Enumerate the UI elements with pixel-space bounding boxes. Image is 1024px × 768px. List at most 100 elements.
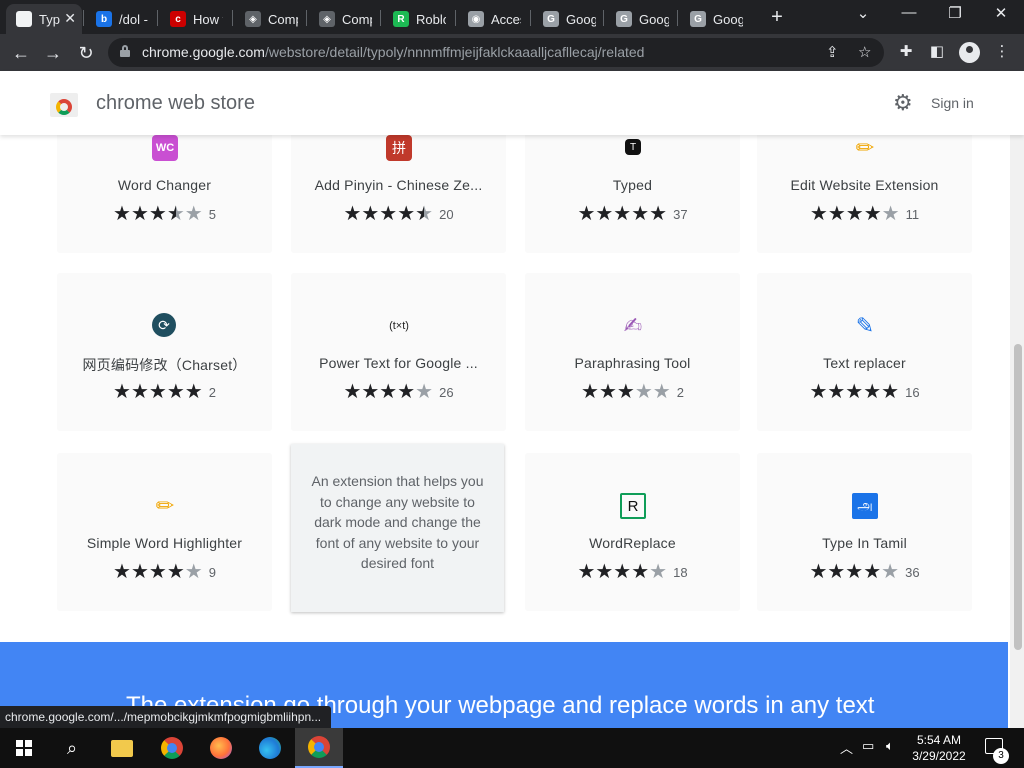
star-rating: ★★★★★ 18 xyxy=(525,562,740,582)
chrome-web-store-logo[interactable] xyxy=(50,89,78,117)
edge-icon[interactable] xyxy=(246,728,294,768)
store-header: chrome web store ⚙ Sign in xyxy=(0,71,1024,135)
file-explorer-icon[interactable] xyxy=(98,728,146,768)
browser-tab[interactable]: ◈ Comp xyxy=(235,4,307,34)
extension-hover-card[interactable]: An extension that helps you to change an… xyxy=(291,444,504,612)
network-icon[interactable]: ▭ xyxy=(862,738,874,754)
forward-arrow-icon[interactable]: → xyxy=(40,40,66,66)
tab-separator xyxy=(603,10,604,26)
volume-icon[interactable]: 🔈︎ xyxy=(886,738,894,754)
cnet-icon: c xyxy=(170,11,186,27)
minimize-icon[interactable]: — xyxy=(894,4,924,21)
extension-card[interactable]: ✍ Paraphrasing Tool ★★★★★ 2 xyxy=(525,273,740,431)
tab-separator xyxy=(380,10,381,26)
stars-icon: ★★★★★ xyxy=(343,203,434,225)
extension-name: 网页编码修改（Charset） xyxy=(82,357,247,373)
star-rating: ★★★★★ 9 xyxy=(57,562,272,582)
sign-in-link[interactable]: Sign in xyxy=(931,95,974,111)
extension-name: Text replacer xyxy=(823,355,906,371)
notification-count-badge: 3 xyxy=(993,748,1009,764)
browser-tab[interactable]: G Googl xyxy=(606,4,678,34)
tab-label: Googl xyxy=(713,11,743,27)
extension-card[interactable]: அ Type In Tamil ★★★★★ 36 xyxy=(757,453,972,611)
side-panel-icon[interactable]: ◧ xyxy=(926,42,948,60)
tab-label: Comp xyxy=(268,11,298,27)
extension-card[interactable]: ✏ Simple Word Highlighter ★★★★★ 9 xyxy=(57,453,272,611)
extension-card[interactable]: ✏ Edit Website Extension ★★★★★ 11 xyxy=(757,135,972,253)
close-tab-icon[interactable]: ✕ xyxy=(64,10,76,27)
extension-name: Word Changer xyxy=(117,177,212,193)
bookmark-star-icon[interactable]: ☆ xyxy=(858,43,871,61)
rating-count: 2 xyxy=(676,384,684,400)
settings-gear-icon[interactable]: ⚙ xyxy=(893,92,913,114)
star-rating: ★★★★★ 11 xyxy=(757,204,972,224)
star-rating: ★★★★★ 20 xyxy=(291,204,506,224)
menu-kebab-icon[interactable]: ⋮ xyxy=(991,42,1013,60)
extension-card[interactable]: (t×t) Power Text for Google ... ★★★★★ 26 xyxy=(291,273,506,431)
star-rating: ★★★★★ 2 xyxy=(525,382,740,402)
chrome-taskbar-icon[interactable] xyxy=(148,728,196,768)
extension-name: Paraphrasing Tool xyxy=(574,355,691,371)
star-rating: ★★★★★ 37 xyxy=(525,204,740,224)
firefox-icon[interactable] xyxy=(197,728,245,768)
extension-name: Type In Tamil xyxy=(822,535,907,551)
highlighter-icon: ✏ xyxy=(155,493,175,518)
extension-card[interactable]: ⟳ 网页编码修改（Charset） ★★★★★ 2 xyxy=(57,273,272,431)
back-arrow-icon[interactable]: ← xyxy=(8,40,34,66)
star-rating: ★★★★★ 2 xyxy=(57,382,272,402)
system-clock[interactable]: 5:54 AM 3/29/2022 xyxy=(908,732,970,764)
tab-label: Comp xyxy=(342,11,372,27)
extension-name: WordReplace xyxy=(589,535,676,551)
google-icon: G xyxy=(690,11,706,27)
tab-label: /dol - xyxy=(119,11,148,27)
stars-icon: ★★★★★ xyxy=(577,561,668,583)
stars-icon: ★★★★★ xyxy=(113,203,203,225)
browser-tab[interactable]: ◈ Comp xyxy=(309,4,381,34)
rating-count: 36 xyxy=(905,564,920,580)
store-title[interactable]: chrome web store xyxy=(96,92,255,115)
restore-icon[interactable]: ❐ xyxy=(940,4,970,22)
tab-search-icon[interactable]: ⌄ xyxy=(848,4,878,22)
extension-card[interactable]: WC Word Changer ★★★★★ 5 xyxy=(57,135,272,253)
tab-separator xyxy=(157,10,158,26)
close-window-icon[interactable]: ✕ xyxy=(986,4,1016,22)
extension-card[interactable]: R WordReplace ★★★★★ 18 xyxy=(525,453,740,611)
rating-count: 2 xyxy=(208,384,216,400)
word-changer-icon: WC xyxy=(152,135,178,161)
search-icon[interactable]: ⌕ xyxy=(48,728,96,768)
stars-icon: ★★★★★ xyxy=(343,381,434,403)
reload-icon[interactable]: ↻ xyxy=(73,40,99,66)
chrome-profile-taskbar-icon[interactable] xyxy=(295,728,343,768)
profile-avatar-icon[interactable] xyxy=(959,42,980,63)
chrome-icon: ◉ xyxy=(468,11,484,27)
url-text[interactable]: chrome.google.com/webstore/detail/typoly… xyxy=(142,44,644,60)
tab-strip: Typ✕b/dol -cHow to◈Comp◈CompRRoblo◉Acces… xyxy=(0,0,1024,34)
tab-label: Acces xyxy=(491,11,521,27)
lock-icon[interactable] xyxy=(120,45,130,57)
browser-tab[interactable]: ◉ Acces xyxy=(458,4,530,34)
extensions-puzzle-icon[interactable]: ✚ xyxy=(895,42,917,60)
start-windows-icon[interactable] xyxy=(0,728,48,768)
browser-tab[interactable]: c How to xyxy=(160,4,232,34)
pencil-icon: ✏ xyxy=(855,135,875,160)
extension-card[interactable]: T Typed ★★★★★ 37 xyxy=(525,135,740,253)
star-rating: ★★★★★ 36 xyxy=(757,562,972,582)
share-icon[interactable]: ⇪ xyxy=(826,43,839,61)
address-bar[interactable]: chrome.google.com/webstore/detail/typoly… xyxy=(108,38,884,67)
browser-tab[interactable]: G Googl xyxy=(533,4,605,34)
new-tab-button[interactable]: + xyxy=(766,6,788,29)
browser-tab[interactable]: R Roblo xyxy=(383,4,455,34)
browser-tab[interactable]: G Googl xyxy=(680,4,752,34)
roblox-icon: ◈ xyxy=(245,11,261,27)
rating-count: 26 xyxy=(439,384,454,400)
browser-tab[interactable]: b/dol - xyxy=(86,4,158,34)
show-hidden-icons-chevron-icon[interactable]: ︿ xyxy=(840,738,853,757)
tab-separator xyxy=(455,10,456,26)
google-icon: G xyxy=(616,11,632,27)
browser-tab[interactable]: Typ ✕ xyxy=(6,4,82,34)
tab-separator xyxy=(232,10,233,26)
extension-card[interactable]: 拼 Add Pinyin - Chinese Ze... ★★★★★ 20 xyxy=(291,135,506,253)
scrollbar-thumb[interactable] xyxy=(1014,344,1022,650)
extension-card[interactable]: ✎ Text replacer ★★★★★ 16 xyxy=(757,273,972,431)
pinyin-icon: 拼 xyxy=(386,135,412,161)
